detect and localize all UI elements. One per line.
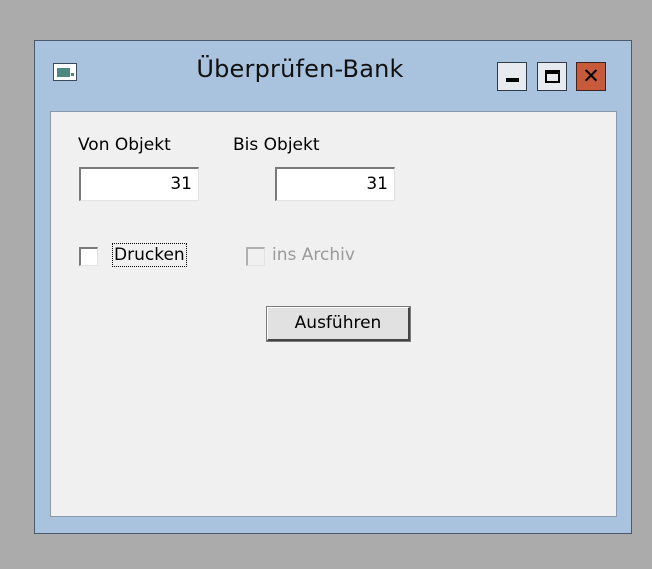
- minimize-button[interactable]: [497, 62, 527, 91]
- app-icon-screen: [57, 68, 70, 77]
- close-icon: ✕: [582, 64, 600, 88]
- from-object-label: Von Objekt: [78, 135, 171, 155]
- to-object-label: Bis Objekt: [233, 135, 320, 155]
- close-button[interactable]: ✕: [576, 62, 606, 91]
- run-button[interactable]: Ausführen: [266, 306, 411, 342]
- archive-checkbox-label: ins Archiv: [272, 245, 355, 265]
- minimize-icon: [506, 78, 519, 82]
- maximize-icon: [545, 70, 560, 83]
- archive-checkbox[interactable]: [246, 247, 265, 266]
- maximize-button[interactable]: [537, 62, 567, 91]
- app-window-icon[interactable]: [53, 63, 77, 81]
- from-object-input[interactable]: 31: [79, 167, 199, 201]
- app-icon-dot: [71, 73, 74, 76]
- title-bar[interactable]: Überprüfen-Bank ✕: [35, 41, 631, 109]
- print-checkbox-label[interactable]: Drucken: [112, 243, 187, 267]
- to-object-input[interactable]: 31: [275, 167, 395, 201]
- dialog-client-area: Von Objekt 31 Bis Objekt 31 Drucken ins …: [50, 111, 617, 517]
- dialog-window: Überprüfen-Bank ✕ Von Objekt 31 Bis Obje…: [34, 40, 632, 534]
- window-title: Überprüfen-Bank: [196, 55, 404, 83]
- print-checkbox[interactable]: [79, 247, 98, 266]
